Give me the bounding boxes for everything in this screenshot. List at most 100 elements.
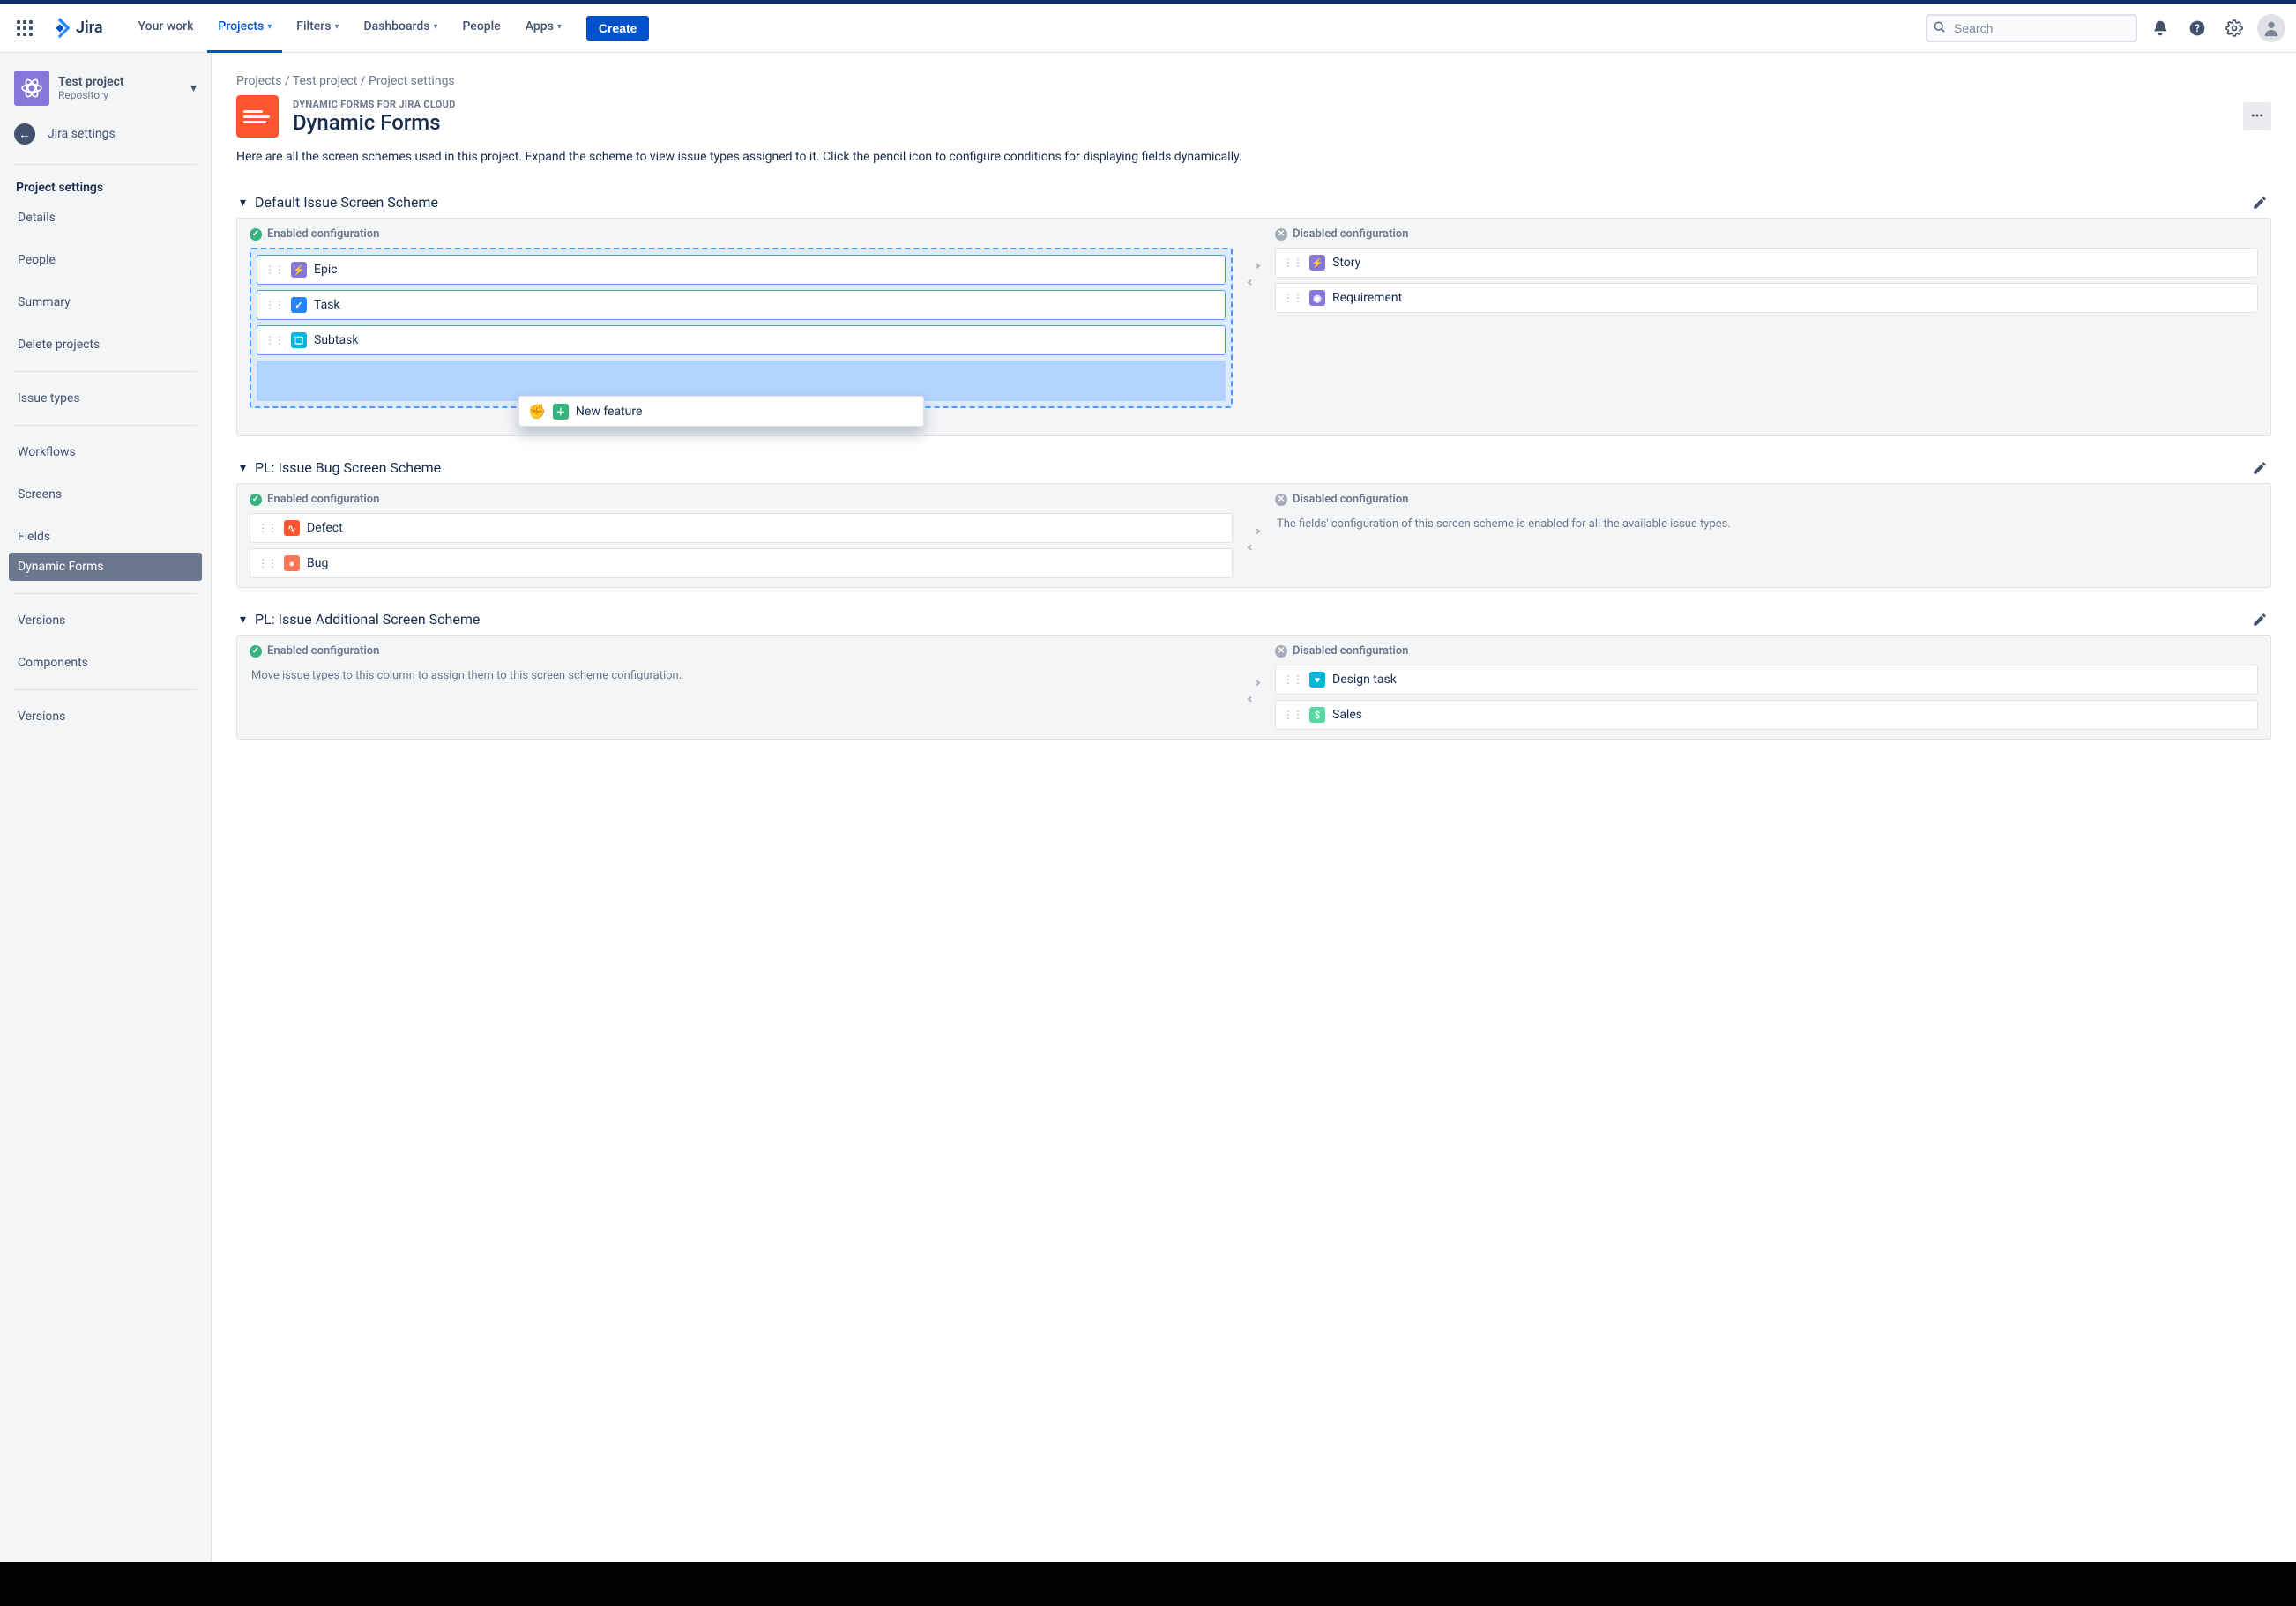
drag-handle-icon[interactable]: ⋮⋮ — [1283, 292, 1302, 304]
app-switcher-icon[interactable] — [11, 14, 39, 42]
divider — [14, 689, 197, 690]
scheme-header[interactable]: ▾ PL: Issue Bug Screen Scheme — [236, 452, 2271, 483]
primary-nav: Your work Projects▾ Filters▾ Dashboards▾… — [128, 4, 572, 53]
sidebar-item-versions-2[interactable]: Versions — [9, 703, 202, 731]
help-icon[interactable]: ? — [2183, 14, 2211, 42]
divider — [14, 593, 197, 594]
edit-pencil-icon[interactable] — [2252, 460, 2268, 476]
project-header[interactable]: Test project Repository ▾ — [7, 67, 204, 116]
sidebar-item-components[interactable]: Components — [9, 649, 202, 677]
search-input[interactable] — [1926, 14, 2137, 42]
issue-type-item[interactable]: ⋮⋮ ◉ Requirement — [1275, 283, 2258, 313]
sidebar-heading: Project settings — [7, 177, 204, 202]
scheme-name: PL: Issue Additional Screen Scheme — [255, 611, 480, 628]
drag-handle-icon[interactable]: ⋮⋮ — [1283, 257, 1302, 269]
drag-handle-icon[interactable]: ⋮⋮ — [1283, 673, 1302, 686]
sidebar-item-dynamic-forms[interactable]: Dynamic Forms — [9, 553, 202, 581]
chevron-down-icon: ▾ — [240, 196, 246, 210]
jira-icon — [49, 18, 71, 39]
search-icon — [1933, 20, 1947, 34]
crumb-settings[interactable]: Project settings — [369, 74, 455, 88]
scheme-body: ✓Enabled configuration Move issue types … — [236, 635, 2271, 740]
issue-type-icon: ♥ — [1309, 672, 1325, 688]
disabled-column-title: ✕Disabled configuration — [1275, 644, 2258, 658]
drag-handle-icon[interactable]: ⋮⋮ — [257, 522, 277, 534]
jira-logo[interactable]: Jira — [42, 18, 110, 39]
drag-handle-icon[interactable]: ⋮⋮ — [257, 557, 277, 569]
profile-avatar[interactable] — [2257, 14, 2285, 42]
sidebar-item-fields[interactable]: Fields — [9, 523, 202, 551]
settings-icon[interactable] — [2220, 14, 2248, 42]
issue-type-icon: ◉ — [1309, 290, 1325, 306]
divider — [14, 371, 197, 372]
scheme-name: PL: Issue Bug Screen Scheme — [255, 459, 441, 476]
issue-type-label: Task — [314, 298, 340, 312]
crumb-projects[interactable]: Projects — [236, 74, 281, 88]
issue-type-icon: ⚡ — [291, 262, 307, 278]
app-label: DYNAMIC FORMS FOR JIRA CLOUD — [293, 99, 456, 110]
issue-type-label: Sales — [1332, 708, 1362, 722]
logo-text: Jira — [76, 19, 103, 37]
notifications-icon[interactable] — [2146, 14, 2174, 42]
sidebar-item-summary[interactable]: Summary — [9, 288, 202, 316]
content: Projects / Test project / Project settin… — [212, 53, 2296, 1562]
sidebar-item-people[interactable]: People — [9, 246, 202, 274]
scheme-body: ✓Enabled configuration ⋮⋮ ⚡ Epic ⋮⋮ ✓ Ta… — [236, 218, 2271, 436]
drag-handle-icon[interactable]: ⋮⋮ — [265, 334, 284, 346]
edit-pencil-icon[interactable] — [2252, 612, 2268, 628]
project-subtitle: Repository — [58, 89, 124, 101]
drop-zone[interactable]: ⋮⋮ ⚡ Epic ⋮⋮ ✓ Task ⋮⋮ ❏ Subtask — [250, 248, 1233, 408]
dragging-issue[interactable]: ✊ ＋ New feature — [518, 396, 924, 427]
issue-type-item[interactable]: ⋮⋮ ❏ Subtask — [257, 325, 1226, 355]
chevron-down-icon: ▾ — [240, 461, 246, 475]
chevron-down-icon[interactable]: ▾ — [190, 81, 197, 95]
letterbox — [0, 1562, 2296, 1606]
chevron-down-icon: ▾ — [557, 22, 562, 32]
topbar: Jira Your work Projects▾ Filters▾ Dashbo… — [0, 4, 2296, 53]
drag-handle-icon[interactable]: ⋮⋮ — [265, 299, 284, 311]
sidebar-item-screens[interactable]: Screens — [9, 480, 202, 509]
back-to-jira-settings[interactable]: ← Jira settings — [7, 116, 204, 152]
scheme-header[interactable]: ▾ PL: Issue Additional Screen Scheme — [236, 604, 2271, 635]
sidebar-item-issue-types[interactable]: Issue types — [9, 384, 202, 413]
nav-dashboards[interactable]: Dashboards▾ — [353, 4, 448, 53]
edit-pencil-icon[interactable] — [2252, 195, 2268, 211]
more-actions-button[interactable]: ••• — [2243, 102, 2271, 130]
nav-projects[interactable]: Projects▾ — [207, 4, 282, 53]
crumb-project[interactable]: Test project — [293, 74, 358, 88]
nav-people[interactable]: People — [451, 4, 511, 53]
issue-type-icon: ✓ — [291, 297, 307, 313]
sidebar-item-versions[interactable]: Versions — [9, 606, 202, 635]
disabled-hint: The fields' configuration of this screen… — [1275, 513, 2258, 536]
app-icon — [236, 95, 279, 138]
disabled-column-title: ✕Disabled configuration — [1275, 493, 2258, 506]
grab-cursor-icon: ✊ — [528, 403, 546, 420]
project-title: Test project — [58, 75, 124, 89]
drag-handle-icon[interactable]: ⋮⋮ — [1283, 709, 1302, 721]
nav-your-work[interactable]: Your work — [128, 4, 205, 53]
issue-type-item[interactable]: ⋮⋮ ∿ Defect — [250, 513, 1233, 543]
scheme-body: ✓Enabled configuration ⋮⋮ ∿ Defect ⋮⋮ ● … — [236, 483, 2271, 588]
issue-type-item[interactable]: ⋮⋮ ⚡ Story — [1275, 248, 2258, 278]
page-description: Here are all the screen schemes used in … — [236, 148, 2271, 166]
drag-handle-icon[interactable]: ⋮⋮ — [265, 264, 284, 276]
nav-apps[interactable]: Apps▾ — [515, 4, 572, 53]
scheme-header[interactable]: ▾ Default Issue Screen Scheme — [236, 187, 2271, 218]
issue-type-icon: ∿ — [284, 520, 300, 536]
issue-type-item[interactable]: ⋮⋮ ✓ Task — [257, 290, 1226, 320]
issue-type-item[interactable]: ⋮⋮ ♥ Design task — [1275, 665, 2258, 695]
issue-type-icon: ● — [284, 555, 300, 571]
search-box — [1926, 14, 2137, 42]
sidebar-item-details[interactable]: Details — [9, 204, 202, 232]
issue-type-item[interactable]: ⋮⋮ $ Sales — [1275, 700, 2258, 730]
create-button[interactable]: Create — [586, 16, 650, 41]
chevron-down-icon: ▾ — [334, 22, 339, 32]
chevron-down-icon: ▾ — [240, 613, 246, 627]
sidebar-item-workflows[interactable]: Workflows — [9, 438, 202, 466]
swap-arrows-icon — [1243, 227, 1264, 286]
issue-type-item[interactable]: ⋮⋮ ⚡ Epic — [257, 255, 1226, 285]
sidebar-item-delete[interactable]: Delete projects — [9, 331, 202, 359]
issue-type-item[interactable]: ⋮⋮ ● Bug — [250, 548, 1233, 578]
nav-filters[interactable]: Filters▾ — [286, 4, 349, 53]
issue-type-label: Defect — [307, 521, 343, 535]
